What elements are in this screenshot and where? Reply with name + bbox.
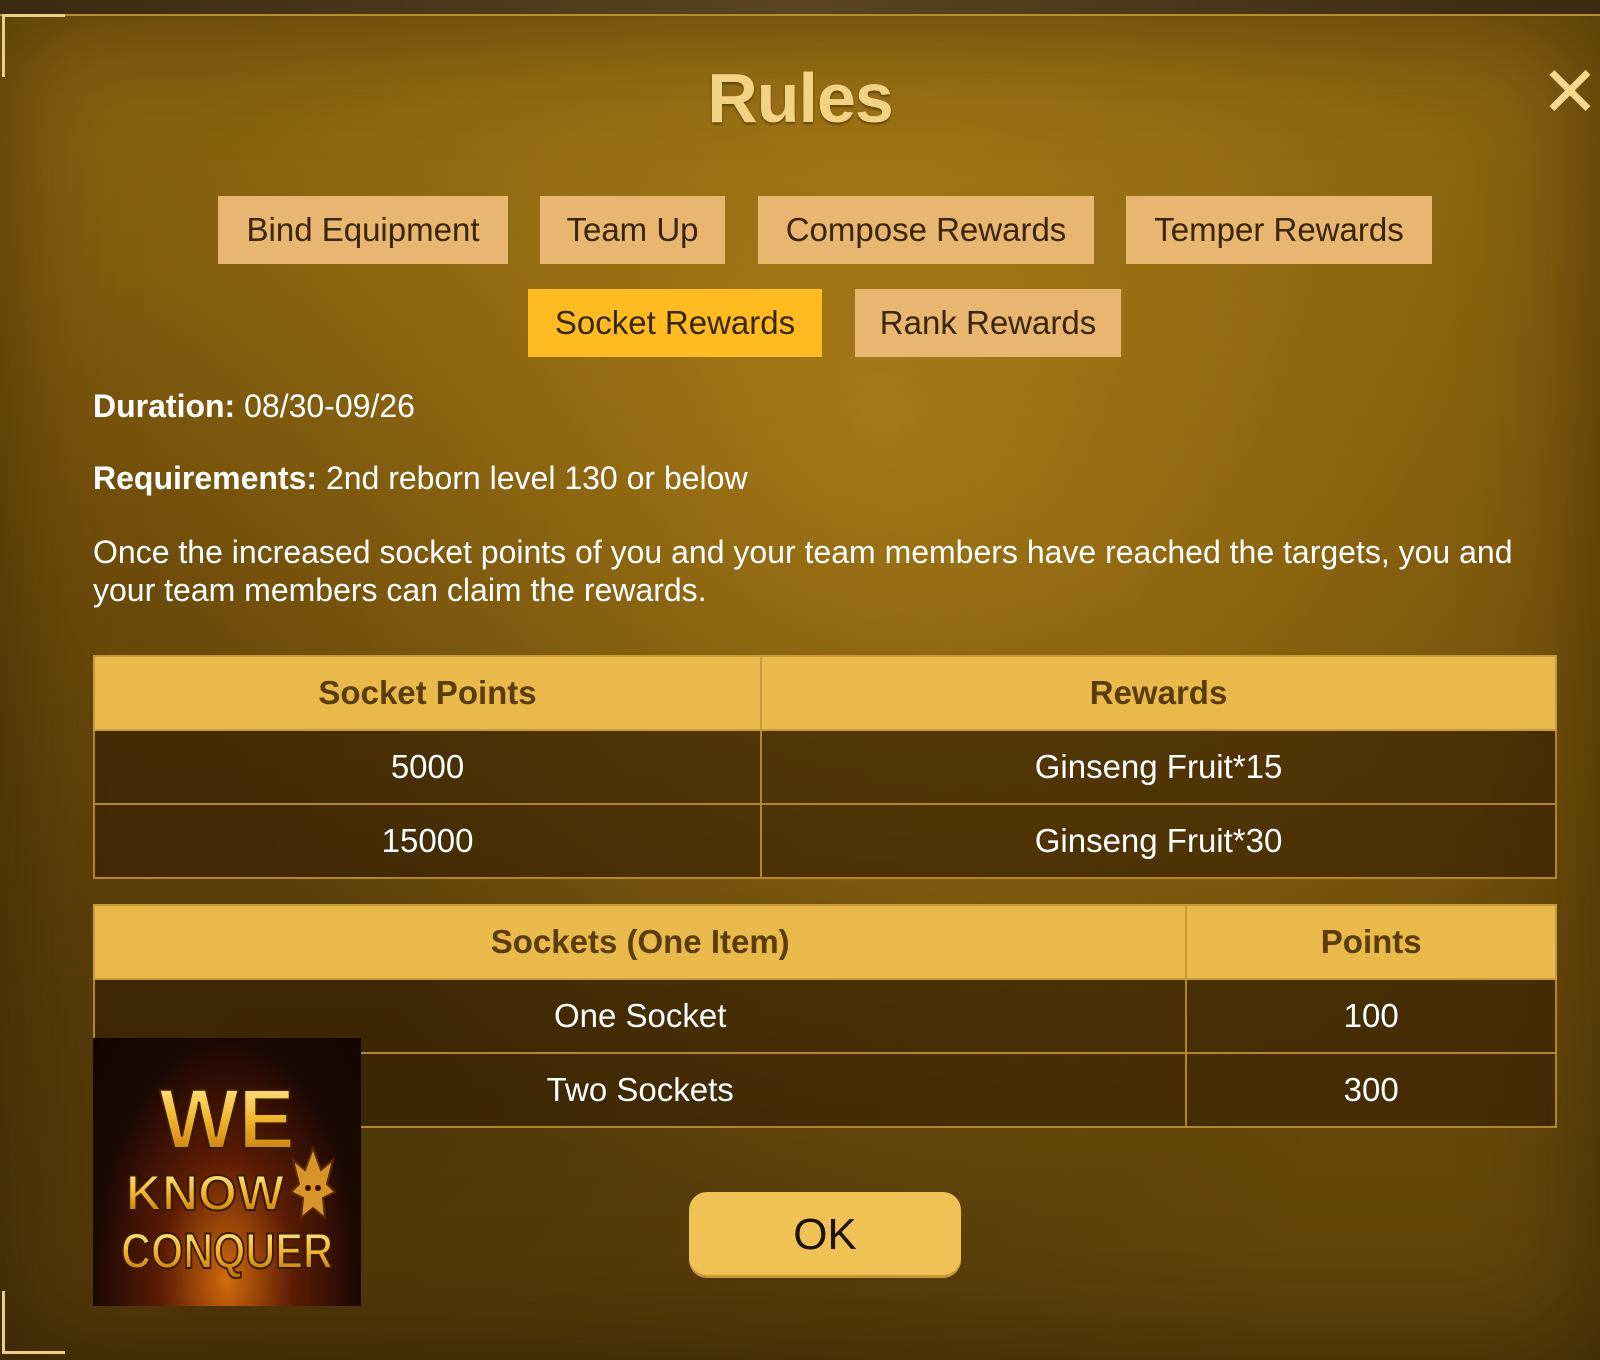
points-cell: 100 [1186,979,1556,1053]
points-cell: 300 [1186,1053,1556,1127]
logo-text-conquer: CONQUER [121,1223,333,1279]
column-header-rewards: Rewards [761,656,1556,730]
logo-text-we: WE [159,1072,294,1166]
duration-line: Duration: 08/30-09/26 [93,388,415,425]
tab-compose-rewards[interactable]: Compose Rewards [758,196,1094,264]
logo-text-know: KNOW [126,1165,285,1221]
tab-rank-rewards[interactable]: Rank Rewards [855,289,1121,357]
rewards-table: Socket Points Rewards 5000 Ginseng Fruit… [93,655,1557,879]
watermark-logo: WE KNOW CONQUER [93,1038,361,1306]
dialog-title: Rules [0,58,1600,138]
socket-points-cell: 15000 [94,804,761,878]
column-header-sockets: Sockets (One Item) [94,905,1186,979]
table-header-row: Sockets (One Item) Points [94,905,1556,979]
tab-bind-equipment[interactable]: Bind Equipment [218,196,508,264]
requirements-label: Requirements: [93,460,317,496]
table-row: 5000 Ginseng Fruit*15 [94,730,1556,804]
tab-socket-rewards[interactable]: Socket Rewards [528,289,822,357]
requirements-value: 2nd reborn level 130 or below [317,460,748,496]
socket-points-cell: 5000 [94,730,761,804]
close-icon[interactable]: ✕ [1540,62,1600,122]
description-text: Once the increased socket points of you … [93,533,1553,609]
duration-value: 08/30-09/26 [235,388,415,424]
tab-team-up[interactable]: Team Up [540,196,725,264]
duration-label: Duration: [93,388,235,424]
reward-cell: Ginseng Fruit*15 [761,730,1556,804]
ok-button[interactable]: OK [689,1192,961,1278]
tab-temper-rewards[interactable]: Temper Rewards [1126,196,1432,264]
table-row: 15000 Ginseng Fruit*30 [94,804,1556,878]
table-header-row: Socket Points Rewards [94,656,1556,730]
column-header-points: Points [1186,905,1556,979]
logo-graphic: WE KNOW CONQUER [93,1038,361,1306]
reward-cell: Ginseng Fruit*30 [761,804,1556,878]
column-header-socket-points: Socket Points [94,656,761,730]
requirements-line: Requirements: 2nd reborn level 130 or be… [93,460,748,497]
corner-ornament-bottom-left [2,1291,65,1354]
dragon-icon [291,1148,335,1218]
